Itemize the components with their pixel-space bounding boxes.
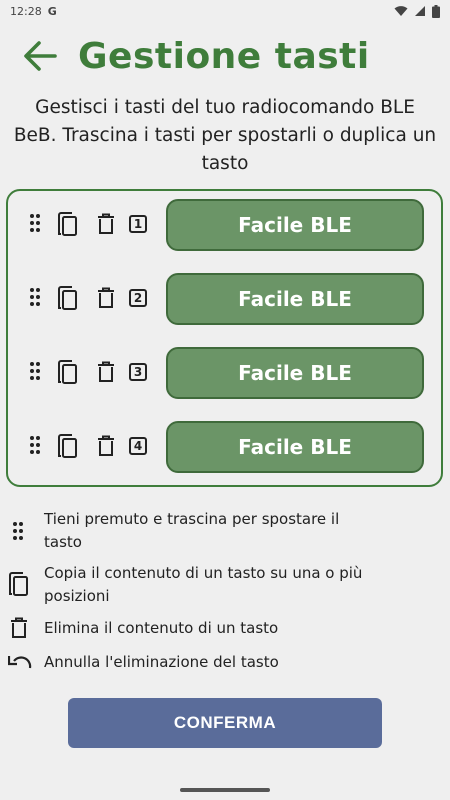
drag-handle-icon[interactable] [29, 435, 41, 455]
trash-icon[interactable] [97, 435, 115, 457]
drag-handle-icon[interactable] [29, 361, 41, 381]
key-row: 3 Facile BLE [8, 347, 441, 399]
key-row: 1 Facile BLE [8, 199, 441, 251]
key-button[interactable]: Facile BLE [166, 199, 424, 251]
trash-icon[interactable] [97, 213, 115, 235]
copy-icon [9, 572, 28, 596]
key-number-badge: 1 [129, 215, 147, 233]
key-number-badge: 3 [129, 363, 147, 381]
trash-icon[interactable] [97, 287, 115, 309]
signal-icon [415, 6, 425, 16]
key-button[interactable]: Facile BLE [166, 273, 424, 325]
page-title: Gestione tasti [78, 35, 370, 77]
legend-text: Annulla l'eliminazione del tasto [44, 653, 279, 671]
drag-handle-icon[interactable] [29, 287, 41, 307]
legend-text: Tieni premuto e trascina per spostare il… [44, 510, 340, 551]
copy-icon[interactable] [57, 360, 79, 386]
status-bar: 12:28 G [0, 0, 450, 22]
drag-handle-icon [13, 522, 23, 540]
wifi-icon [394, 6, 408, 16]
battery-icon [432, 4, 440, 18]
page-description: Gestisci i tasti del tuo radiocomando BL… [13, 97, 437, 174]
key-number-badge: 4 [129, 437, 147, 455]
trash-icon[interactable] [97, 361, 115, 383]
copy-icon[interactable] [57, 212, 79, 238]
key-row: 4 Facile BLE [8, 421, 441, 473]
trash-icon [11, 617, 27, 638]
key-button[interactable]: Facile BLE [166, 347, 424, 399]
copy-icon[interactable] [57, 434, 79, 460]
drag-handle-icon[interactable] [29, 213, 41, 233]
google-icon: G [47, 4, 57, 18]
key-row: 2 Facile BLE [8, 273, 441, 325]
legend-text: Elimina il contenuto di un tasto [44, 619, 279, 637]
keys-panel: 1 Facile BLE 2 Facile BLE 3 Facile BLE 4… [6, 189, 443, 487]
key-button[interactable]: Facile BLE [166, 421, 424, 473]
header: Gestione tasti [20, 32, 440, 80]
back-button[interactable] [20, 36, 60, 76]
undo-icon [8, 656, 32, 669]
home-indicator[interactable] [180, 788, 270, 792]
legend-text: Copia il contenuto di un tasto su una o … [44, 564, 363, 605]
key-number-badge: 2 [129, 289, 147, 307]
status-time: 12:28 [10, 4, 42, 18]
copy-icon[interactable] [57, 286, 79, 312]
arrow-back-icon [24, 41, 57, 71]
confirm-button[interactable]: CONFERMA [68, 698, 382, 748]
